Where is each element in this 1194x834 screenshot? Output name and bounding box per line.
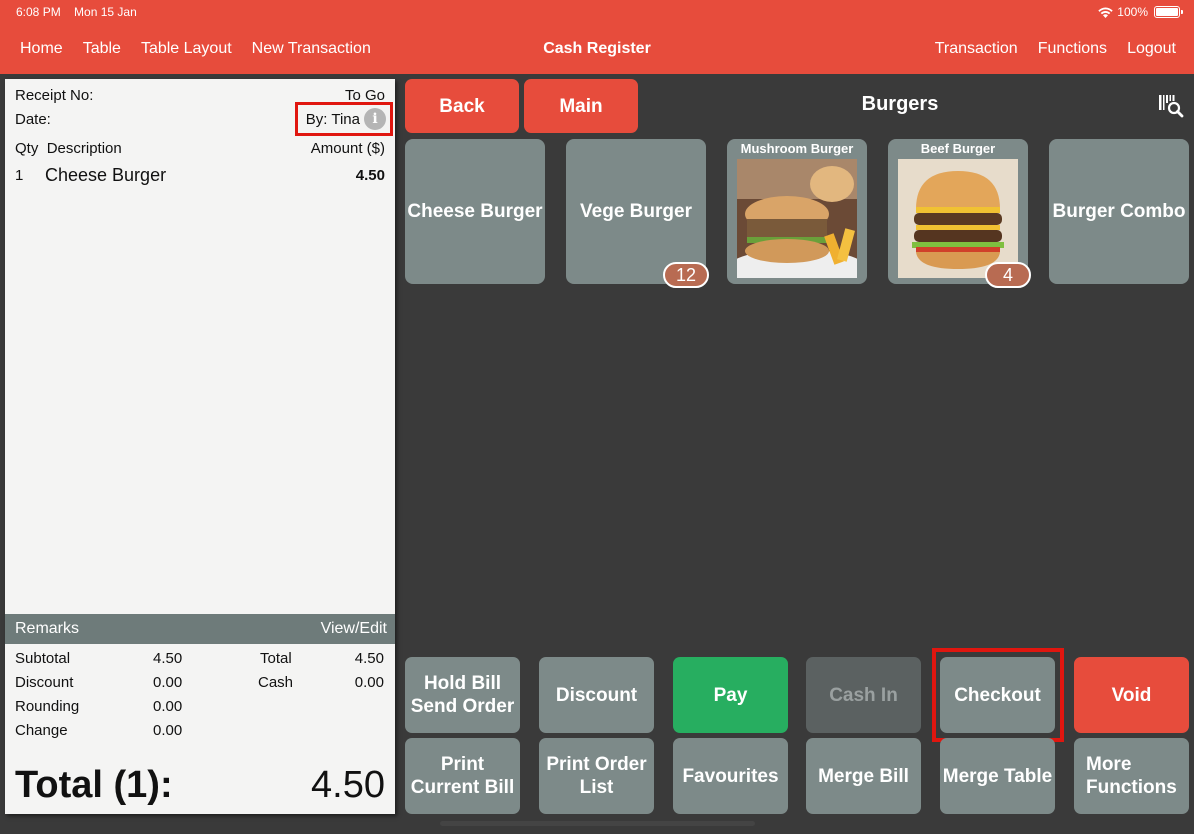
main-button[interactable]: Main [524,79,638,133]
nav-functions[interactable]: Functions [1038,40,1107,58]
receipt-column-headers: Qty Description Amount ($) [15,140,385,157]
menu-item-cheese-burger[interactable]: Cheese Burger [405,139,545,284]
top-bar: 6:08 PM Mon 15 Jan 100% Home Table Table… [0,0,1194,74]
menu-item-burger-combo[interactable]: Burger Combo [1049,139,1189,284]
battery-percent: 100% [1117,5,1148,19]
void-button[interactable]: Void [1074,657,1189,733]
nav-table-layout[interactable]: Table Layout [141,40,232,58]
menu-item-label: Burger Combo [1052,200,1186,222]
change-value: 0.00 [153,722,183,739]
grand-total-row: Total (1): 4.50 [15,764,385,807]
back-button[interactable]: Back [405,79,519,133]
nav-left: Home Table Table Layout New Transaction [20,40,391,58]
cash-label: Cash [258,674,294,691]
total-label: Total [260,650,292,667]
info-icon[interactable]: i [364,108,386,130]
nav-logout[interactable]: Logout [1127,40,1176,58]
favourites-button[interactable]: Favourites [673,738,788,814]
rounding-value: 0.00 [153,698,183,715]
menu-item-vege-burger[interactable]: Vege Burger 12 [566,139,709,288]
nav-transaction[interactable]: Transaction [935,40,1018,58]
status-date: Mon 15 Jan [74,5,137,19]
total-value: 4.50 [354,650,384,667]
mushroom-burger-image [737,159,857,278]
subtotal-value: 4.50 [153,650,183,667]
status-time: 6:08 PM [16,5,61,19]
stock-badge: 4 [985,262,1031,288]
battery-icon [1154,6,1183,18]
subtotal-label: Subtotal [15,650,71,667]
receipt-panel: Receipt No: To Go Date: By: Tina i Qty D… [5,79,395,814]
date-label: Date: [15,111,51,128]
home-indicator [440,821,755,826]
stock-badge: 12 [663,262,709,288]
cash-in-button[interactable]: Cash In [806,657,921,733]
pay-button[interactable]: Pay [673,657,788,733]
remarks-label: Remarks [15,620,80,637]
col-qty-desc: Qty Description [15,140,122,157]
discount-button[interactable]: Discount [539,657,654,733]
rounding-label: Rounding [15,698,80,715]
hold-bill-send-order-button[interactable]: Hold Bill Send Order [405,657,520,733]
status-bar-right: 100% [1098,5,1183,19]
grand-total-label: Total (1): [15,764,173,806]
menu-item-label: Mushroom Burger [740,141,854,156]
beef-burger-image [898,159,1018,278]
wifi-icon [1098,7,1113,18]
category-title: Burgers [861,93,939,115]
grand-total-value: 4.50 [311,764,385,806]
nav-new-transaction[interactable]: New Transaction [252,40,371,58]
merge-table-button[interactable]: Merge Table [940,738,1055,814]
checkout-highlight [932,648,1064,742]
merge-bill-button[interactable]: Merge Bill [806,738,921,814]
col-amount: Amount ($) [310,140,385,157]
nav-right: Transaction Functions Logout [915,40,1176,58]
discount-value: 0.00 [153,674,183,691]
nav-home[interactable]: Home [20,40,63,58]
menu-item-label: Beef Burger [920,141,996,156]
remarks-view-edit[interactable]: View/Edit [321,620,387,638]
remarks-bar[interactable]: Remarks View/Edit [5,614,395,644]
item-description: Cheese Burger [45,165,167,185]
cash-value: 0.00 [354,674,384,691]
status-bar-left: 6:08 PM Mon 15 Jan [16,5,147,19]
col-description: Description [46,140,122,157]
more-functions-button[interactable]: More Functions [1074,738,1189,814]
print-current-bill-button[interactable]: Print Current Bill [405,738,520,814]
staff-label: By: Tina [305,110,360,128]
receipt-item-row[interactable]: 1 Cheese Burger 4.50 [15,165,385,186]
print-order-list-button[interactable]: Print Order List [539,738,654,814]
discount-label: Discount [15,674,74,691]
receipt-no-label: Receipt No: [15,87,94,104]
item-qty: 1 [15,167,24,184]
menu-item-mushroom-burger[interactable]: Mushroom Burger [727,139,867,284]
col-qty: Qty [15,140,39,157]
menu-item-label: Vege Burger [580,200,692,222]
item-amount: 4.50 [355,167,385,184]
staff-highlight[interactable]: By: Tina i [295,102,393,136]
barcode-search-icon[interactable] [1157,93,1185,119]
menu-item-beef-burger[interactable]: Beef Burger 4 [888,139,1031,288]
menu-item-label: Cheese Burger [407,200,543,222]
change-label: Change [15,722,68,739]
nav-table[interactable]: Table [83,40,121,58]
